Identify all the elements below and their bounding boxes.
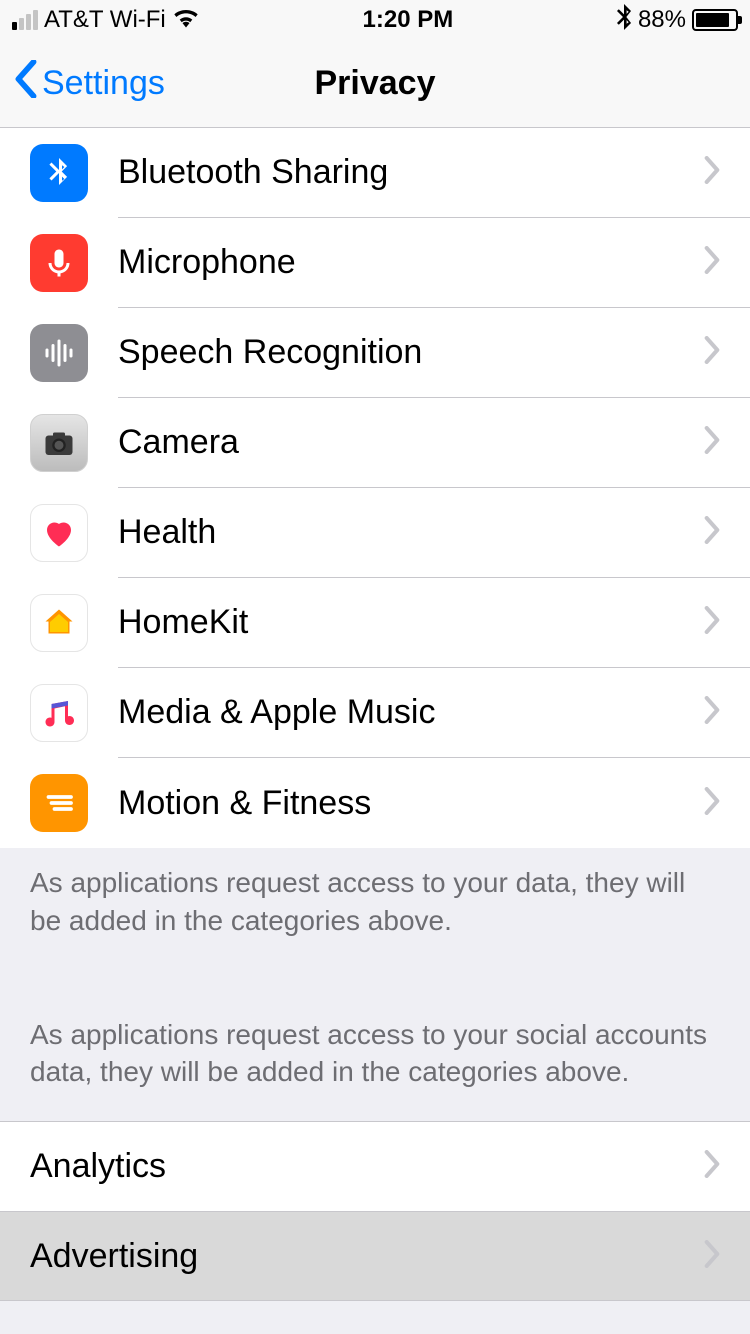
row-health[interactable]: Health — [0, 488, 750, 578]
nav-bar: Settings Privacy — [0, 40, 750, 128]
row-label: Microphone — [118, 243, 704, 282]
music-icon — [30, 684, 88, 742]
motion-icon — [30, 774, 88, 832]
row-motion-fitness[interactable]: Motion & Fitness — [0, 758, 750, 848]
battery-fill — [696, 13, 729, 27]
footer-text-1: As applications request access to your d… — [0, 848, 750, 940]
chevron-right-icon — [704, 1240, 720, 1273]
status-right: 88% — [616, 4, 738, 37]
privacy-list: Bluetooth Sharing Microphone Speech Reco… — [0, 128, 750, 848]
chevron-right-icon — [704, 787, 720, 820]
row-label: Advertising — [30, 1237, 704, 1276]
chevron-right-icon — [704, 606, 720, 639]
microphone-icon — [30, 234, 88, 292]
chevron-right-icon — [704, 1150, 720, 1183]
row-label: Media & Apple Music — [118, 693, 704, 732]
wifi-icon — [172, 6, 200, 35]
page-title: Privacy — [315, 64, 436, 103]
row-homekit[interactable]: HomeKit — [0, 578, 750, 668]
row-speech-recognition[interactable]: Speech Recognition — [0, 308, 750, 398]
battery-percentage: 88% — [638, 6, 686, 34]
back-button[interactable]: Settings — [0, 60, 165, 107]
chevron-right-icon — [704, 336, 720, 369]
row-label: Speech Recognition — [118, 333, 704, 372]
chevron-right-icon — [704, 426, 720, 459]
chevron-right-icon — [704, 246, 720, 279]
camera-icon — [30, 414, 88, 472]
speech-icon — [30, 324, 88, 382]
row-label: Bluetooth Sharing — [118, 153, 704, 192]
health-icon — [30, 504, 88, 562]
secondary-list: Analytics Advertising — [0, 1121, 750, 1301]
carrier-label: AT&T Wi-Fi — [44, 6, 166, 34]
bluetooth-icon — [30, 144, 88, 202]
chevron-left-icon — [14, 60, 38, 107]
row-bluetooth-sharing[interactable]: Bluetooth Sharing — [0, 128, 750, 218]
signal-bars-icon — [12, 10, 38, 30]
row-label: HomeKit — [118, 603, 704, 642]
bluetooth-status-icon — [616, 4, 632, 37]
row-camera[interactable]: Camera — [0, 398, 750, 488]
row-label: Health — [118, 513, 704, 552]
row-label: Motion & Fitness — [118, 784, 704, 823]
row-label: Camera — [118, 423, 704, 462]
row-advertising[interactable]: Advertising — [0, 1211, 750, 1301]
status-bar: AT&T Wi-Fi 1:20 PM 88% — [0, 0, 750, 40]
footer-text-2: As applications request access to your s… — [0, 1000, 750, 1092]
battery-icon — [692, 9, 738, 31]
status-left: AT&T Wi-Fi — [12, 6, 200, 35]
row-label: Analytics — [30, 1147, 704, 1186]
status-time: 1:20 PM — [363, 6, 454, 34]
homekit-icon — [30, 594, 88, 652]
chevron-right-icon — [704, 516, 720, 549]
row-analytics[interactable]: Analytics — [0, 1121, 750, 1211]
back-label: Settings — [42, 64, 165, 103]
chevron-right-icon — [704, 156, 720, 189]
row-microphone[interactable]: Microphone — [0, 218, 750, 308]
chevron-right-icon — [704, 696, 720, 729]
row-media-apple-music[interactable]: Media & Apple Music — [0, 668, 750, 758]
